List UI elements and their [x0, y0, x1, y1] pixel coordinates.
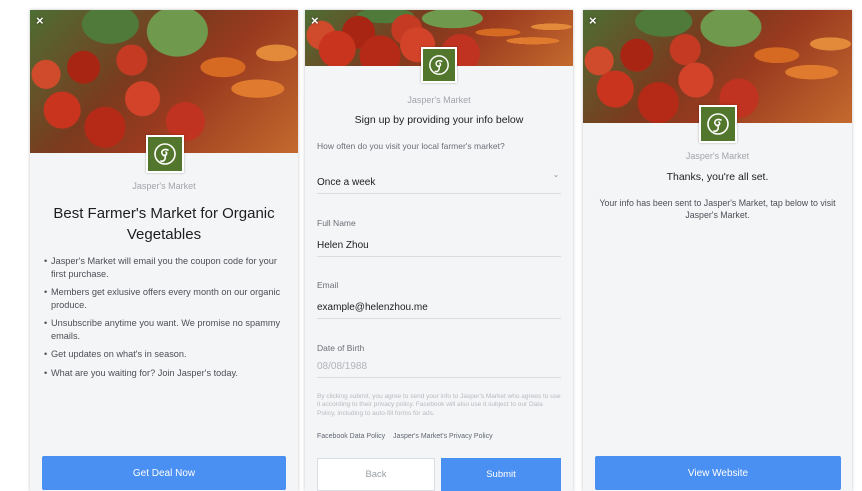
benefit-item: Members get exlusive offers every month …	[44, 286, 290, 311]
benefit-item: What are you waiting for? Join Jasper's …	[44, 367, 290, 380]
date-of-birth-input[interactable]: 08/08/1988	[317, 361, 561, 378]
brand-name: Jasper's Market	[132, 181, 196, 191]
close-icon[interactable]: ×	[36, 14, 48, 27]
close-icon[interactable]: ×	[311, 14, 323, 27]
ad-headline: Best Farmer's Market for Organic Vegetab…	[53, 205, 275, 243]
form-subtitle: Sign up by providing your info below	[354, 114, 524, 126]
privacy-disclaimer: By clicking submit, you agree to send yo…	[317, 393, 561, 417]
email-input[interactable]: example@helenzhou.me	[317, 302, 561, 319]
date-of-birth-label: Date of Birth	[317, 343, 365, 353]
thanks-title: Thanks, you're all set.	[666, 171, 769, 183]
benefit-list: Jasper's Market will email you the coupo…	[44, 255, 290, 385]
brand-name: Jasper's Market	[685, 151, 750, 161]
thanks-message: Your info has been sent to Jasper's Mark…	[599, 198, 836, 220]
privacy-policy-link[interactable]: Jasper's Market's Privacy Policy	[393, 433, 493, 440]
view-website-button[interactable]: View Website	[595, 456, 841, 490]
logo-glyph-icon	[707, 113, 729, 135]
vegetables-hero-image	[30, 10, 298, 153]
benefit-item: Jasper's Market will email you the coupo…	[44, 255, 290, 280]
jaspers-market-logo	[421, 47, 457, 83]
brand-name: Jasper's Market	[407, 95, 471, 105]
email-label: Email	[317, 280, 339, 290]
visit-frequency-select[interactable]: Once a week	[317, 177, 561, 194]
back-button[interactable]: Back	[317, 458, 435, 491]
jaspers-market-logo	[146, 135, 184, 173]
lead-ad-form-card: × Jasper's Market Sign up by providing y…	[305, 10, 573, 491]
logo-glyph-icon	[154, 143, 176, 165]
jaspers-market-logo	[699, 105, 737, 143]
full-name-input[interactable]: Helen Zhou	[317, 240, 561, 257]
close-icon[interactable]: ×	[589, 14, 601, 27]
visit-frequency-label: How often do you visit your local farmer…	[317, 141, 505, 151]
lead-ad-intro-card: × Jasper's Market Best Farmer's Market f…	[30, 10, 298, 491]
submit-button[interactable]: Submit	[441, 458, 561, 491]
logo-glyph-icon	[429, 55, 449, 75]
lead-ad-thanks-card: × Jasper's Market Thanks, you're all set…	[583, 10, 852, 491]
benefit-item: Unsubscribe anytime you want. We promise…	[44, 317, 290, 342]
chevron-down-icon[interactable]: ⌄	[551, 170, 561, 179]
full-name-label: Full Name	[317, 218, 356, 228]
facebook-data-policy-link[interactable]: Facebook Data Policy	[317, 433, 385, 440]
policy-links: Facebook Data Policy Jasper's Market's P…	[317, 433, 499, 440]
benefit-item: Get updates on what's in season.	[44, 348, 290, 361]
get-deal-now-button[interactable]: Get Deal Now	[42, 456, 286, 490]
